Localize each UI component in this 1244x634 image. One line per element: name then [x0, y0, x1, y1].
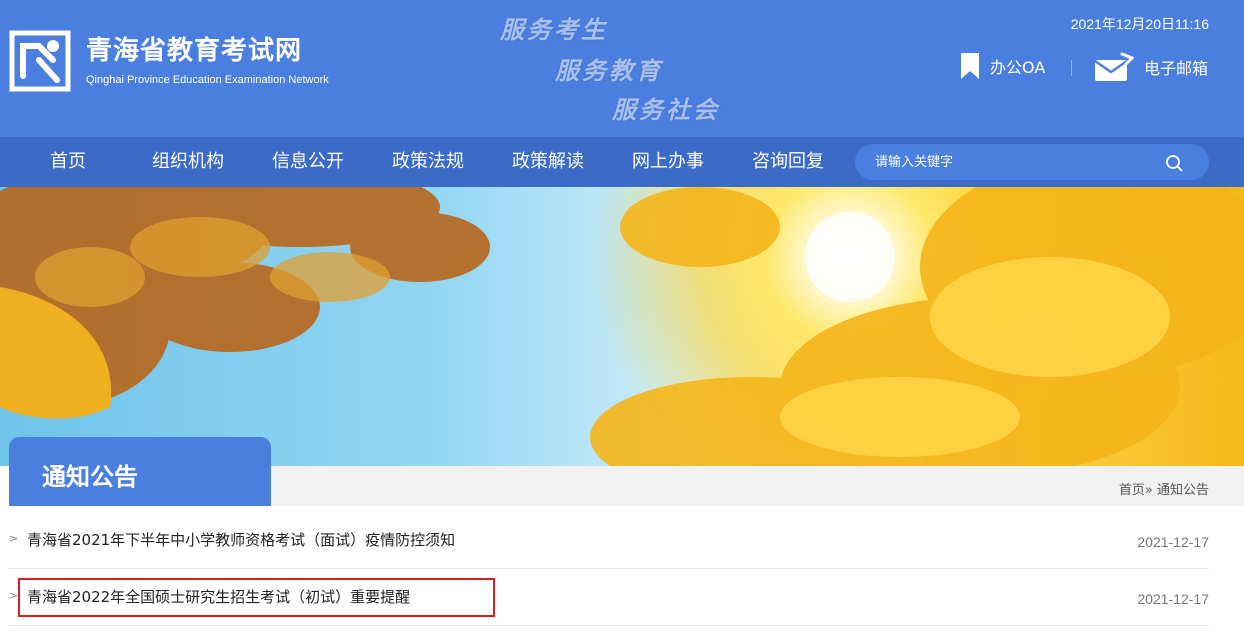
nav-item-consultation[interactable]: 咨询回复 — [752, 137, 824, 187]
office-oa-label: 办公OA — [990, 58, 1046, 77]
current-datetime: 2021年12月20日11:16 — [1070, 16, 1209, 32]
search-box — [855, 144, 1209, 180]
mail-icon — [1094, 52, 1134, 81]
nav-item-online-services[interactable]: 网上办事 — [632, 137, 704, 187]
office-oa-link[interactable]: 办公OA — [960, 52, 1045, 80]
autumn-banner-image — [0, 187, 1244, 466]
section-title: 通知公告 — [42, 463, 138, 491]
qinghai-exam-logo[interactable] — [9, 30, 71, 92]
news-bullet: > — [9, 532, 19, 545]
highlight-annotation-box — [18, 578, 495, 617]
bookmark-icon — [961, 53, 979, 79]
nav-item-home[interactable]: 首页 — [50, 137, 86, 187]
site-title: 青海省教育考试网 — [86, 36, 303, 66]
banner-foliage — [0, 187, 1244, 466]
slogan-society: 服务社会 — [612, 95, 720, 124]
site-header: 青海省教育考试网 Qinghai Province Education Exam… — [0, 0, 1244, 137]
slogan-candidates: 服务考生 — [500, 15, 608, 44]
news-bullet: > — [9, 589, 19, 602]
slogan-education: 服务教育 — [555, 56, 663, 85]
news-date: 2021-12-17 — [1137, 534, 1209, 550]
search-icon[interactable] — [1165, 154, 1183, 172]
section-tab: 通知公告 — [9, 437, 271, 506]
email-label: 电子邮箱 — [1144, 59, 1209, 78]
nav-item-info-disclosure[interactable]: 信息公开 — [272, 137, 344, 187]
breadcrumb-separator: » — [1144, 483, 1153, 498]
breadcrumb-home[interactable]: 首页 — [1119, 483, 1145, 498]
news-title-link[interactable]: 青海省2021年下半年中小学教师资格考试（面试）疫情防控须知 — [27, 529, 455, 550]
header-divider — [1071, 60, 1072, 76]
nav-item-policies[interactable]: 政策法规 — [392, 137, 464, 187]
breadcrumb-bar: 首页» 通知公告 — [271, 466, 1244, 506]
breadcrumb: 首页» 通知公告 — [1119, 479, 1209, 498]
search-input[interactable] — [875, 152, 1155, 172]
nav-item-policy-interpretation[interactable]: 政策解读 — [512, 137, 584, 187]
site-subtitle: Qinghai Province Education Examination N… — [86, 74, 329, 86]
news-list-item: > 青海省2021年下半年中小学教师资格考试（面试）疫情防控须知 2021-12… — [9, 512, 1209, 569]
breadcrumb-current: 通知公告 — [1156, 483, 1209, 498]
nav-item-organization[interactable]: 组织机构 — [152, 137, 224, 187]
email-link[interactable]: 电子邮箱 — [1094, 52, 1208, 82]
news-date: 2021-12-17 — [1137, 591, 1209, 607]
